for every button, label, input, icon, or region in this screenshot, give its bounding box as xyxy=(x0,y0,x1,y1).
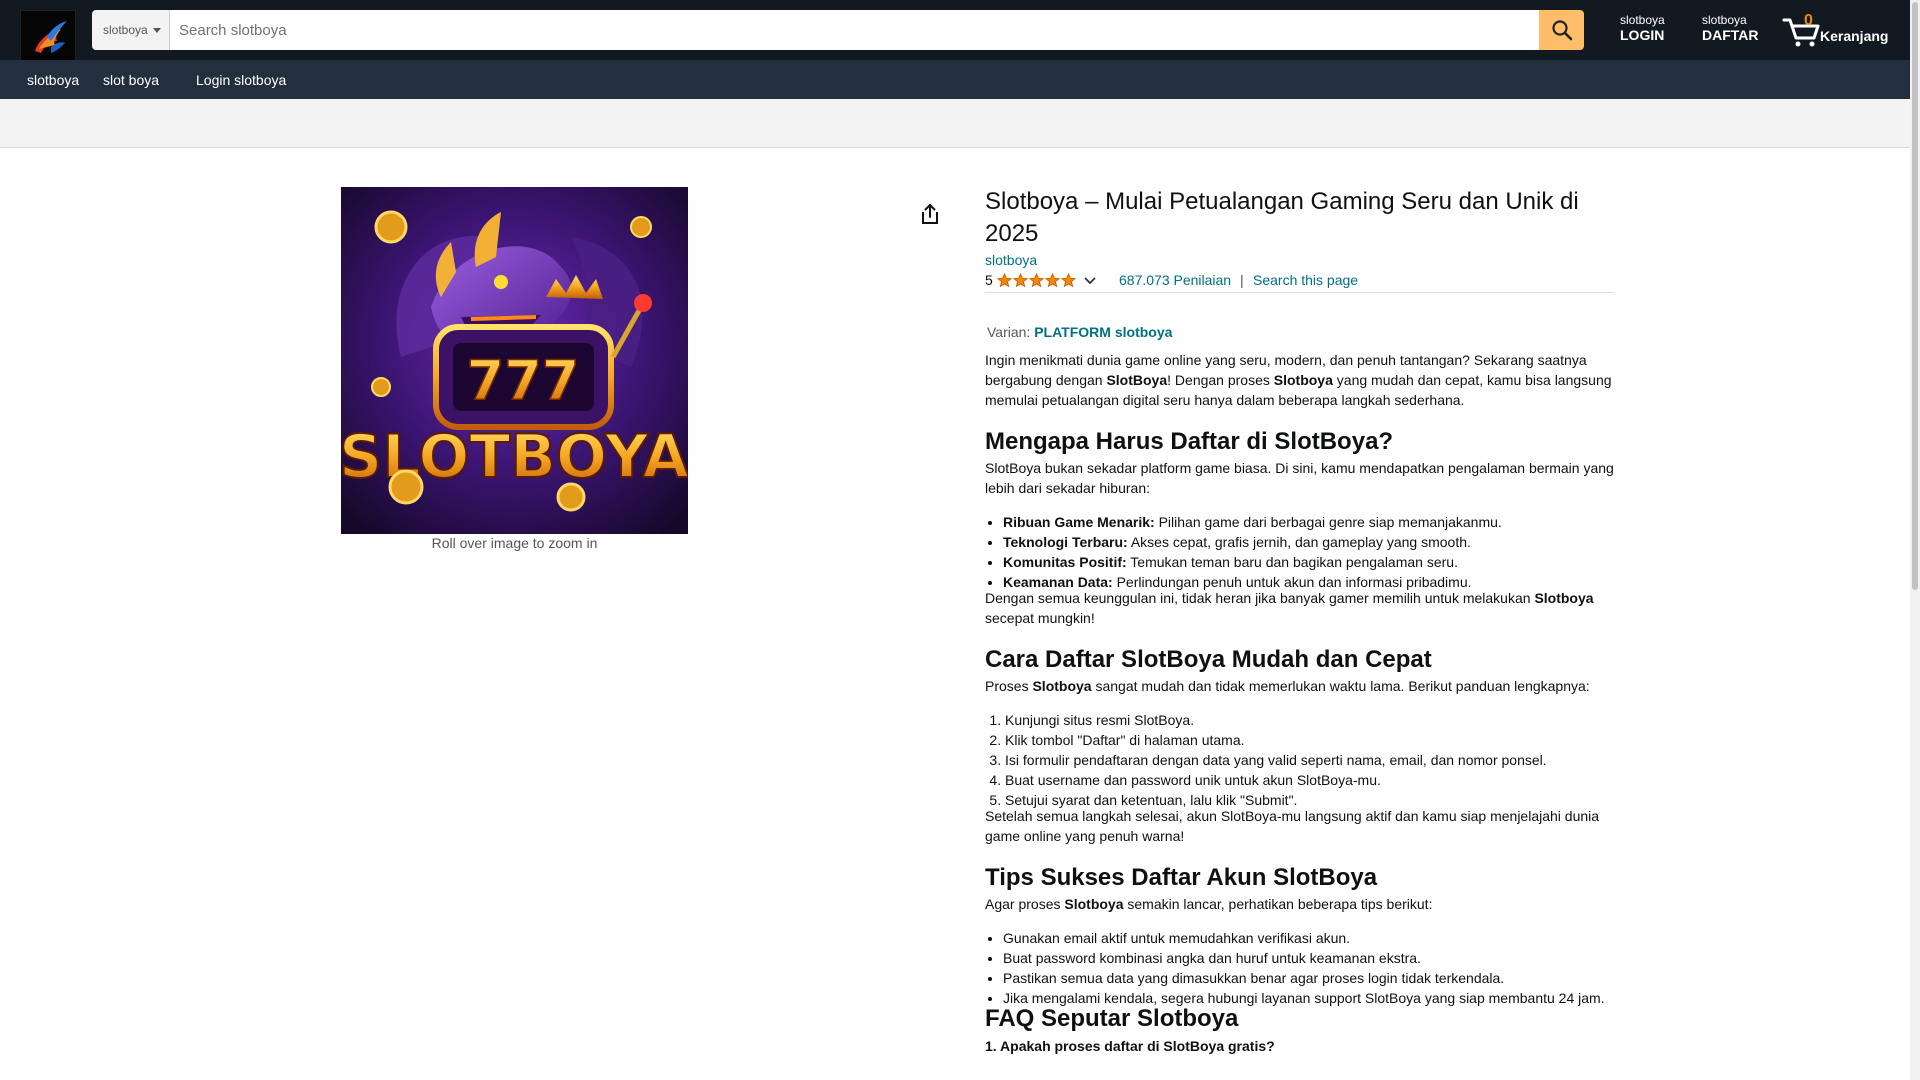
login-link[interactable]: slotboya LOGIN xyxy=(1620,14,1665,42)
list-item: Gunakan email aktif untuk memudahkan ver… xyxy=(1003,928,1614,948)
chevron-down-icon[interactable] xyxy=(1083,274,1097,288)
intro-paragraph: Ingin menikmati dunia game online yang s… xyxy=(985,352,1612,408)
top-header: slotboya slotboya LOGIN slotboya DAFTAR … xyxy=(0,0,1910,64)
variant-value[interactable]: PLATFORM slotboya xyxy=(1034,324,1172,340)
how-steps-list: Kunjungi situs resmi SlotBoya. Klik tomb… xyxy=(985,710,1614,808)
list-item: Pastikan semua data yang dimasukkan bena… xyxy=(1003,968,1614,988)
why-paragraph: SlotBoya bukan sekadar platform game bia… xyxy=(985,460,1614,496)
list-item: Ribuan Game Menarik: Pilihan game dari b… xyxy=(1003,512,1614,532)
rating-stars[interactable] xyxy=(997,273,1076,288)
product-image[interactable]: 777 SLOTBOYA xyxy=(338,187,691,534)
variant-label: Varian: xyxy=(987,324,1031,340)
search-category-dropdown[interactable]: slotboya xyxy=(92,10,170,50)
why-list: Ribuan Game Menarik: Pilihan game dari b… xyxy=(985,512,1614,590)
search-button[interactable] xyxy=(1539,10,1584,50)
search-bar: slotboya xyxy=(92,10,1584,50)
how-paragraph: Proses Slotboya sangat mudah dan tidak m… xyxy=(985,678,1590,694)
list-item: Klik tombol "Daftar" di halaman utama. xyxy=(1005,730,1614,750)
how-after-paragraph: Setelah semua langkah selesai, akun Slot… xyxy=(985,808,1600,844)
login-label: LOGIN xyxy=(1620,27,1665,43)
variant-row: Varian: PLATFORM slotboya xyxy=(985,324,1614,340)
caret-down-icon xyxy=(152,27,161,33)
heading-tips: Tips Sukses Daftar Akun SlotBoya xyxy=(985,864,1378,891)
search-input[interactable] xyxy=(170,10,1539,50)
search-category-label: slotboya xyxy=(103,23,148,37)
faq-question-1: 1. Apakah proses daftar di SlotBoya grat… xyxy=(985,1038,1275,1054)
star-icon xyxy=(1013,273,1028,288)
brand-link[interactable]: slotboya xyxy=(985,252,1614,268)
sub-navigation: slotboya slot boya Login slotboya xyxy=(0,60,1910,99)
cart-icon xyxy=(1782,18,1820,47)
list-item: Setujui syarat dan ketentuan, lalu klik … xyxy=(1005,790,1614,808)
list-item: Buat username dan password unik untuk ak… xyxy=(1005,770,1614,790)
site-logo[interactable] xyxy=(20,10,76,64)
rating-row: 5 687.073 Penilaian | Search this page xyxy=(985,272,1614,293)
list-item: Isi formulir pendaftaran dengan data yan… xyxy=(1005,750,1614,770)
star-icon xyxy=(1061,273,1076,288)
banner-strip xyxy=(0,99,1910,148)
star-icon xyxy=(997,273,1012,288)
star-icon xyxy=(1029,273,1044,288)
star-icon xyxy=(1045,273,1060,288)
login-small-label: slotboya xyxy=(1620,13,1665,27)
search-icon xyxy=(1551,20,1572,41)
cart-count: 0 xyxy=(1804,12,1813,29)
nav-item-login-slotboya[interactable]: Login slotboya xyxy=(189,70,293,90)
register-label: DAFTAR xyxy=(1702,27,1759,43)
nav-item-slot-boya[interactable]: slot boya xyxy=(96,70,166,90)
list-item: Kunjungi situs resmi SlotBoya. xyxy=(1005,710,1614,730)
ratings-count-link[interactable]: 687.073 Penilaian xyxy=(1119,272,1231,288)
cart-label: Keranjang xyxy=(1820,28,1889,44)
scrollbar-thumb[interactable] xyxy=(1912,2,1918,590)
nav-item-slotboya[interactable]: slotboya xyxy=(20,70,86,90)
list-item: Komunitas Positif: Temukan teman baru da… xyxy=(1003,552,1614,572)
tips-list: Gunakan email aktif untuk memudahkan ver… xyxy=(985,928,1614,1006)
search-this-page-link[interactable]: Search this page xyxy=(1253,272,1358,288)
separator: | xyxy=(1240,272,1244,288)
register-small-label: slotboya xyxy=(1702,13,1747,27)
heading-how: Cara Daftar SlotBoya Mudah dan Cepat xyxy=(985,646,1432,673)
zoom-hint: Roll over image to zoom in xyxy=(431,535,598,551)
list-item: Jika mengalami kendala, segera hubungi l… xyxy=(1003,988,1614,1006)
heading-faq: FAQ Seputar Slotboya xyxy=(985,1005,1239,1032)
product-title: Slotboya – Mulai Petualangan Gaming Seru… xyxy=(985,188,1579,247)
heading-why: Mengapa Harus Daftar di SlotBoya? xyxy=(985,428,1394,455)
list-item: Teknologi Terbaru: Akses cepat, grafis j… xyxy=(1003,532,1614,552)
rating-value: 5 xyxy=(985,272,993,288)
tips-paragraph: Agar proses Slotboya semakin lancar, per… xyxy=(985,896,1433,912)
why-after-paragraph: Dengan semua keunggulan ini, tidak heran… xyxy=(985,590,1594,626)
share-icon[interactable] xyxy=(918,202,942,226)
list-item: Keamanan Data: Perlindungan penuh untuk … xyxy=(1003,572,1614,590)
list-item: Buat password kombinasi angka dan huruf … xyxy=(1003,948,1614,968)
register-link[interactable]: slotboya DAFTAR xyxy=(1702,14,1759,42)
product-description: Ingin menikmati dunia game online yang s… xyxy=(985,350,1614,1056)
slot-reels-text: 777 xyxy=(467,349,580,412)
